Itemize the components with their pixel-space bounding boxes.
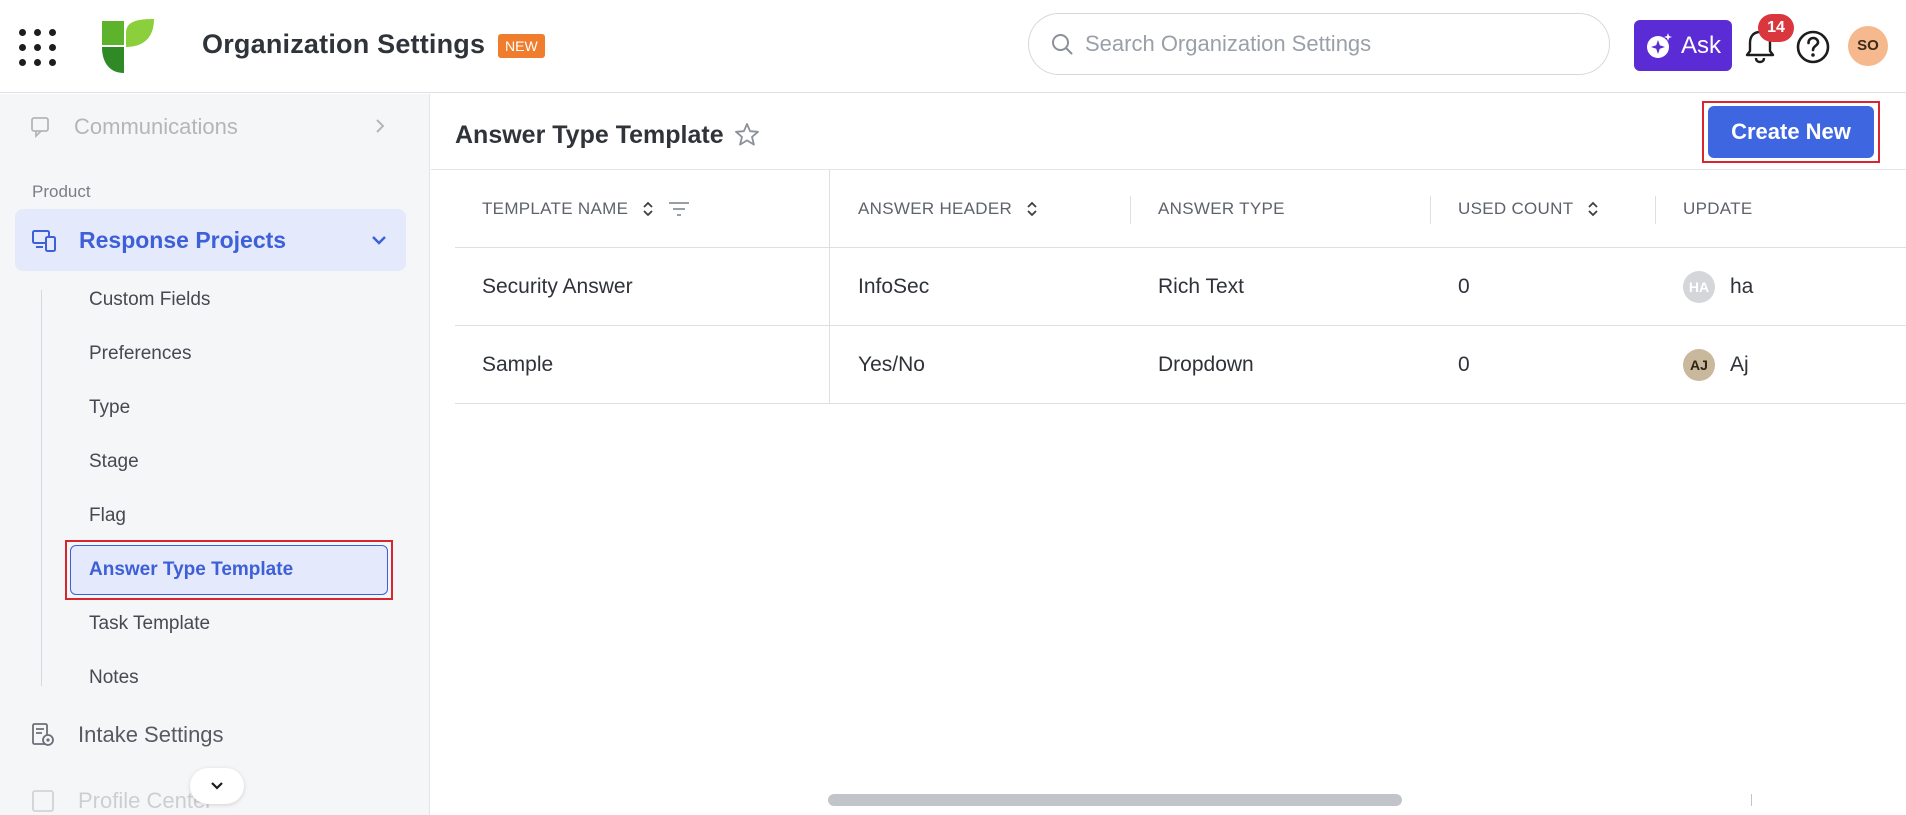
sidebar-item-custom-fields[interactable]: Custom Fields — [89, 289, 210, 311]
column-header-answer-header[interactable]: ANSWER HEADER — [858, 170, 1038, 248]
cell-updated-by: AJ Aj — [1683, 326, 1755, 404]
sidebar-item-label: Response Projects — [79, 226, 287, 253]
settings-sidebar: Communications Product Response Projects… — [0, 94, 430, 815]
column-header-updated: UPDATE — [1683, 170, 1753, 248]
sidebar-item-task-template[interactable]: Task Template — [89, 613, 210, 635]
column-label: TEMPLATE NAME — [482, 199, 629, 218]
chevron-right-icon — [376, 119, 385, 133]
sidebar-item-intake-settings[interactable]: Intake Settings — [30, 722, 224, 748]
sidebar-tree-line — [41, 290, 42, 686]
horizontal-scrollbar-thumb[interactable] — [828, 794, 1402, 806]
answer-template-table: TEMPLATE NAME ANSWER HEADER ANSWER TYPE — [455, 170, 1906, 404]
highlight-box — [1702, 101, 1880, 163]
frozen-column-separator — [829, 170, 830, 404]
notification-count-badge: 14 — [1758, 14, 1794, 42]
chat-icon — [31, 117, 49, 139]
form-settings-icon — [32, 723, 54, 746]
search-box[interactable] — [1028, 13, 1610, 75]
sidebar-item-response-projects[interactable]: Response Projects — [15, 209, 406, 271]
updated-by-name: Aj — [1730, 353, 1749, 376]
page-title: Answer Type Template — [455, 121, 724, 149]
sidebar-item-preferences[interactable]: Preferences — [89, 343, 191, 365]
sidebar-item-stage[interactable]: Stage — [89, 451, 139, 473]
help-icon[interactable] — [1795, 29, 1831, 65]
sparkle-icon — [1646, 32, 1672, 58]
sidebar-item-label: Communications — [74, 114, 238, 139]
column-header-used-count[interactable]: USED COUNT — [1458, 170, 1599, 248]
ask-label: Ask — [1680, 31, 1721, 59]
sidebar-scroll-down-button[interactable] — [190, 768, 244, 804]
star-icon[interactable] — [733, 121, 761, 149]
column-label: ANSWER HEADER — [858, 199, 1013, 218]
sidebar-item-profile-center[interactable]: Profile Center — [30, 788, 213, 814]
column-label: USED COUNT — [1458, 199, 1574, 218]
new-badge: NEW — [498, 34, 545, 58]
user-avatar: AJ — [1683, 349, 1715, 381]
cell-used-count: 0 — [1458, 275, 1470, 298]
profile-icon — [32, 790, 54, 812]
table-row[interactable]: Security Answer InfoSec Rich Text 0 HA h… — [455, 248, 1906, 326]
column-header-template-name[interactable]: TEMPLATE NAME — [482, 170, 690, 248]
sidebar-item-flag[interactable]: Flag — [89, 505, 126, 527]
search-icon — [1052, 34, 1073, 55]
cell-answer-header: InfoSec — [858, 275, 930, 298]
column-separator — [1655, 196, 1656, 224]
sidebar-item-notes[interactable]: Notes — [89, 667, 139, 689]
sort-icon[interactable] — [642, 200, 654, 218]
column-separator — [1130, 196, 1131, 224]
user-avatar: HA — [1683, 271, 1715, 303]
sidebar-section-label: Product — [32, 182, 91, 201]
chevron-down-icon — [211, 782, 223, 790]
sidebar-item-communications[interactable]: Communications — [30, 112, 390, 142]
search-input[interactable] — [1085, 31, 1565, 57]
column-header-answer-type: ANSWER TYPE — [1158, 170, 1285, 248]
user-avatar[interactable]: SO — [1848, 26, 1888, 66]
column-separator — [1430, 196, 1431, 224]
sort-icon[interactable] — [1587, 200, 1599, 218]
cell-updated-by: HA ha — [1683, 248, 1755, 326]
cell-answer-type: Dropdown — [1158, 353, 1254, 376]
brand-logo-icon — [102, 19, 154, 73]
top-header: Organization Settings NEW Ask 14 SO — [0, 0, 1906, 93]
app-launcher-icon[interactable] — [19, 29, 56, 66]
table-row[interactable]: Sample Yes/No Dropdown 0 AJ Aj — [455, 326, 1906, 404]
highlight-box — [65, 540, 393, 600]
chevron-down-icon — [372, 236, 386, 245]
cell-answer-header: Yes/No — [858, 353, 925, 376]
table-header: TEMPLATE NAME ANSWER HEADER ANSWER TYPE — [455, 170, 1906, 248]
sort-icon[interactable] — [1026, 200, 1038, 218]
cell-template-name[interactable]: Sample — [482, 326, 553, 404]
column-label: UPDATE — [1683, 199, 1753, 218]
app-title: Organization Settings — [202, 29, 486, 59]
cell-used-count: 0 — [1458, 353, 1470, 376]
devices-icon — [32, 230, 56, 252]
cell-template-name[interactable]: Security Answer — [482, 248, 633, 326]
main-content: Answer Type Template Create New TEMPLATE… — [431, 94, 1906, 815]
sidebar-item-label: Intake Settings — [78, 722, 224, 747]
scrollbar-end-marker — [1751, 794, 1752, 806]
ask-button[interactable]: Ask — [1634, 20, 1732, 71]
updated-by-name: ha — [1730, 275, 1754, 298]
column-label: ANSWER TYPE — [1158, 199, 1285, 218]
filter-icon[interactable] — [668, 201, 690, 217]
cell-answer-type: Rich Text — [1158, 275, 1244, 298]
sidebar-item-type[interactable]: Type — [89, 397, 130, 419]
